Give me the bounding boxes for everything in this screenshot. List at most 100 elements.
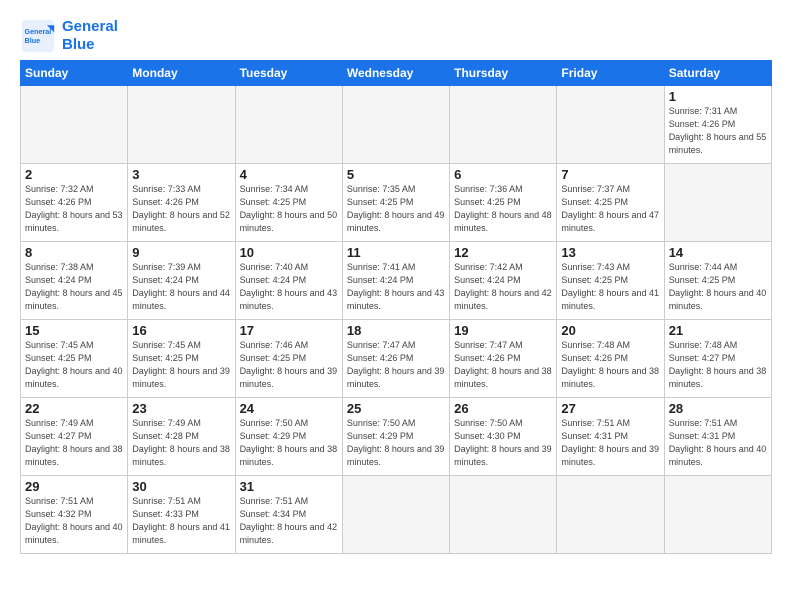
- day-number: 28: [669, 401, 767, 416]
- day-number: 29: [25, 479, 123, 494]
- day-number: 26: [454, 401, 552, 416]
- calendar-cell: [450, 86, 557, 164]
- day-number: 18: [347, 323, 445, 338]
- calendar-cell: 21Sunrise: 7:48 AMSunset: 4:27 PMDayligh…: [664, 320, 771, 398]
- calendar-cell: 4Sunrise: 7:34 AMSunset: 4:25 PMDaylight…: [235, 164, 342, 242]
- day-number: 27: [561, 401, 659, 416]
- calendar-cell: [664, 476, 771, 554]
- calendar-cell: 3Sunrise: 7:33 AMSunset: 4:26 PMDaylight…: [128, 164, 235, 242]
- calendar-cell: 29Sunrise: 7:51 AMSunset: 4:32 PMDayligh…: [21, 476, 128, 554]
- calendar-cell: 28Sunrise: 7:51 AMSunset: 4:31 PMDayligh…: [664, 398, 771, 476]
- day-number: 31: [240, 479, 338, 494]
- day-number: 15: [25, 323, 123, 338]
- day-info: Sunrise: 7:50 AMSunset: 4:30 PMDaylight:…: [454, 417, 552, 469]
- calendar-cell: 23Sunrise: 7:49 AMSunset: 4:28 PMDayligh…: [128, 398, 235, 476]
- calendar-cell: 22Sunrise: 7:49 AMSunset: 4:27 PMDayligh…: [21, 398, 128, 476]
- day-info: Sunrise: 7:37 AMSunset: 4:25 PMDaylight:…: [561, 183, 659, 235]
- day-number: 3: [132, 167, 230, 182]
- day-number: 6: [454, 167, 552, 182]
- calendar-cell: [342, 86, 449, 164]
- day-info: Sunrise: 7:41 AMSunset: 4:24 PMDaylight:…: [347, 261, 445, 313]
- day-number: 1: [669, 89, 767, 104]
- week-row-0: 1Sunrise: 7:31 AMSunset: 4:26 PMDaylight…: [21, 86, 772, 164]
- day-header-friday: Friday: [557, 61, 664, 86]
- calendar-cell: 13Sunrise: 7:43 AMSunset: 4:25 PMDayligh…: [557, 242, 664, 320]
- day-header-sunday: Sunday: [21, 61, 128, 86]
- week-row-5: 29Sunrise: 7:51 AMSunset: 4:32 PMDayligh…: [21, 476, 772, 554]
- header-row: SundayMondayTuesdayWednesdayThursdayFrid…: [21, 61, 772, 86]
- calendar-cell: [557, 86, 664, 164]
- day-info: Sunrise: 7:51 AMSunset: 4:31 PMDaylight:…: [561, 417, 659, 469]
- day-number: 24: [240, 401, 338, 416]
- day-info: Sunrise: 7:50 AMSunset: 4:29 PMDaylight:…: [240, 417, 338, 469]
- calendar-cell: 31Sunrise: 7:51 AMSunset: 4:34 PMDayligh…: [235, 476, 342, 554]
- day-header-thursday: Thursday: [450, 61, 557, 86]
- week-row-3: 15Sunrise: 7:45 AMSunset: 4:25 PMDayligh…: [21, 320, 772, 398]
- calendar-cell: 30Sunrise: 7:51 AMSunset: 4:33 PMDayligh…: [128, 476, 235, 554]
- calendar-cell: 7Sunrise: 7:37 AMSunset: 4:25 PMDaylight…: [557, 164, 664, 242]
- day-info: Sunrise: 7:39 AMSunset: 4:24 PMDaylight:…: [132, 261, 230, 313]
- day-number: 30: [132, 479, 230, 494]
- day-number: 23: [132, 401, 230, 416]
- calendar-cell: [21, 86, 128, 164]
- calendar-cell: 25Sunrise: 7:50 AMSunset: 4:29 PMDayligh…: [342, 398, 449, 476]
- day-number: 22: [25, 401, 123, 416]
- svg-text:Blue: Blue: [25, 36, 41, 45]
- day-number: 9: [132, 245, 230, 260]
- day-info: Sunrise: 7:34 AMSunset: 4:25 PMDaylight:…: [240, 183, 338, 235]
- calendar-cell: 15Sunrise: 7:45 AMSunset: 4:25 PMDayligh…: [21, 320, 128, 398]
- calendar-cell: 1Sunrise: 7:31 AMSunset: 4:26 PMDaylight…: [664, 86, 771, 164]
- logo-icon: General Blue: [20, 18, 56, 54]
- day-number: 11: [347, 245, 445, 260]
- calendar-cell: [557, 476, 664, 554]
- day-info: Sunrise: 7:38 AMSunset: 4:24 PMDaylight:…: [25, 261, 123, 313]
- day-number: 5: [347, 167, 445, 182]
- day-info: Sunrise: 7:45 AMSunset: 4:25 PMDaylight:…: [25, 339, 123, 391]
- day-info: Sunrise: 7:51 AMSunset: 4:34 PMDaylight:…: [240, 495, 338, 547]
- day-info: Sunrise: 7:48 AMSunset: 4:26 PMDaylight:…: [561, 339, 659, 391]
- day-info: Sunrise: 7:50 AMSunset: 4:29 PMDaylight:…: [347, 417, 445, 469]
- calendar-cell: 11Sunrise: 7:41 AMSunset: 4:24 PMDayligh…: [342, 242, 449, 320]
- day-info: Sunrise: 7:45 AMSunset: 4:25 PMDaylight:…: [132, 339, 230, 391]
- day-info: Sunrise: 7:51 AMSunset: 4:32 PMDaylight:…: [25, 495, 123, 547]
- page-container: General Blue General Blue SundayMondayTu…: [0, 0, 792, 564]
- day-info: Sunrise: 7:32 AMSunset: 4:26 PMDaylight:…: [25, 183, 123, 235]
- calendar-cell: 6Sunrise: 7:36 AMSunset: 4:25 PMDaylight…: [450, 164, 557, 242]
- day-number: 19: [454, 323, 552, 338]
- day-info: Sunrise: 7:43 AMSunset: 4:25 PMDaylight:…: [561, 261, 659, 313]
- calendar-cell: [128, 86, 235, 164]
- calendar-cell: [235, 86, 342, 164]
- day-info: Sunrise: 7:44 AMSunset: 4:25 PMDaylight:…: [669, 261, 767, 313]
- calendar-cell: 8Sunrise: 7:38 AMSunset: 4:24 PMDaylight…: [21, 242, 128, 320]
- day-header-saturday: Saturday: [664, 61, 771, 86]
- day-info: Sunrise: 7:48 AMSunset: 4:27 PMDaylight:…: [669, 339, 767, 391]
- calendar-cell: 17Sunrise: 7:46 AMSunset: 4:25 PMDayligh…: [235, 320, 342, 398]
- calendar-cell: 16Sunrise: 7:45 AMSunset: 4:25 PMDayligh…: [128, 320, 235, 398]
- calendar-cell: 19Sunrise: 7:47 AMSunset: 4:26 PMDayligh…: [450, 320, 557, 398]
- week-row-2: 8Sunrise: 7:38 AMSunset: 4:24 PMDaylight…: [21, 242, 772, 320]
- week-row-4: 22Sunrise: 7:49 AMSunset: 4:27 PMDayligh…: [21, 398, 772, 476]
- day-number: 16: [132, 323, 230, 338]
- calendar-cell: 20Sunrise: 7:48 AMSunset: 4:26 PMDayligh…: [557, 320, 664, 398]
- day-info: Sunrise: 7:49 AMSunset: 4:28 PMDaylight:…: [132, 417, 230, 469]
- day-number: 20: [561, 323, 659, 338]
- day-number: 4: [240, 167, 338, 182]
- header: General Blue General Blue: [20, 18, 772, 54]
- day-number: 17: [240, 323, 338, 338]
- day-info: Sunrise: 7:49 AMSunset: 4:27 PMDaylight:…: [25, 417, 123, 469]
- calendar-table: SundayMondayTuesdayWednesdayThursdayFrid…: [20, 60, 772, 554]
- svg-text:General: General: [25, 27, 52, 36]
- day-info: Sunrise: 7:40 AMSunset: 4:24 PMDaylight:…: [240, 261, 338, 313]
- day-info: Sunrise: 7:51 AMSunset: 4:31 PMDaylight:…: [669, 417, 767, 469]
- calendar-cell: 10Sunrise: 7:40 AMSunset: 4:24 PMDayligh…: [235, 242, 342, 320]
- day-info: Sunrise: 7:36 AMSunset: 4:25 PMDaylight:…: [454, 183, 552, 235]
- day-info: Sunrise: 7:42 AMSunset: 4:24 PMDaylight:…: [454, 261, 552, 313]
- day-number: 7: [561, 167, 659, 182]
- day-number: 21: [669, 323, 767, 338]
- day-info: Sunrise: 7:31 AMSunset: 4:26 PMDaylight:…: [669, 105, 767, 157]
- day-header-tuesday: Tuesday: [235, 61, 342, 86]
- day-number: 10: [240, 245, 338, 260]
- day-header-monday: Monday: [128, 61, 235, 86]
- calendar-cell: 5Sunrise: 7:35 AMSunset: 4:25 PMDaylight…: [342, 164, 449, 242]
- calendar-cell: [450, 476, 557, 554]
